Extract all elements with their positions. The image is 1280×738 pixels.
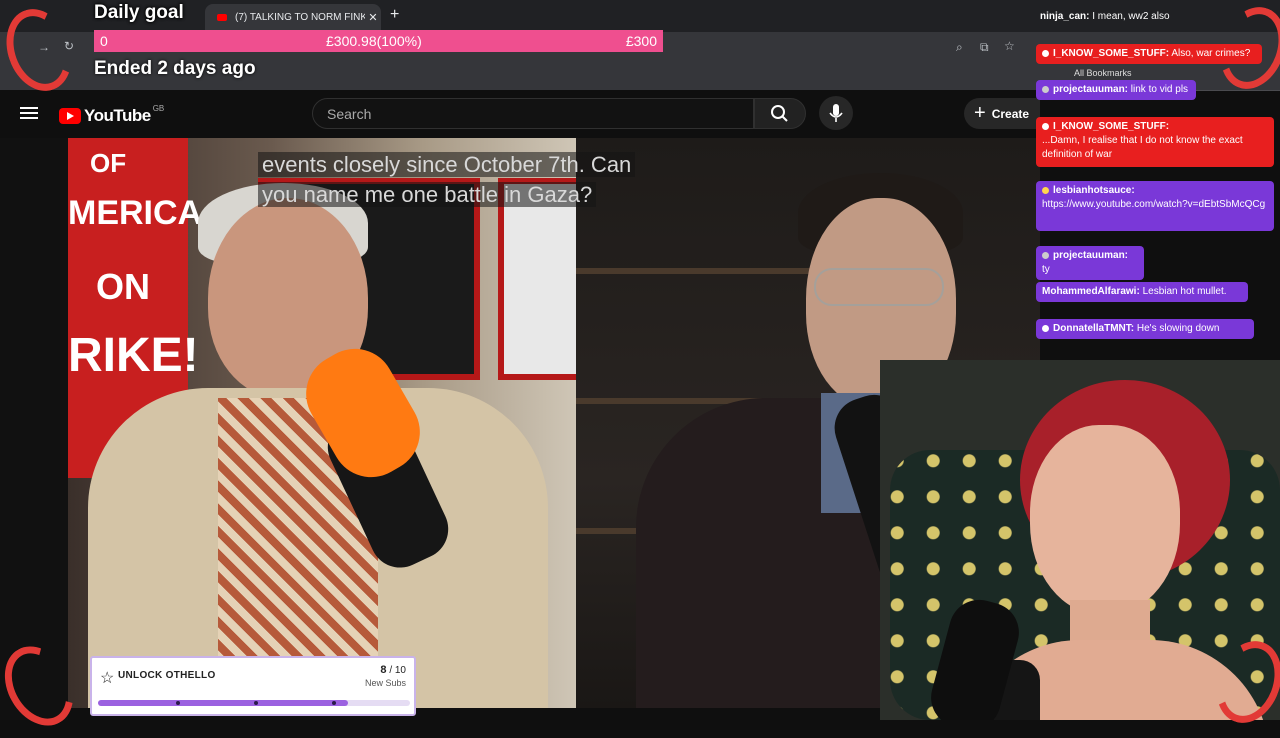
- zoom-icon[interactable]: ⌕: [956, 40, 963, 55]
- sub-goal-count: 8 / 10: [380, 664, 406, 676]
- sub-goal-label: New Subs: [364, 678, 406, 688]
- all-bookmarks[interactable]: All Bookmarks: [1074, 68, 1132, 78]
- sub-goal-fill: [98, 700, 348, 706]
- chat-message: lesbianhotsauce: https://www.youtube.com/…: [1036, 181, 1274, 231]
- streamer-face: [1030, 425, 1180, 615]
- sub-goal-title: UNLOCK OTHELLO: [118, 670, 216, 681]
- glasses: [814, 268, 944, 306]
- goal-start: 0: [100, 33, 108, 49]
- tab-close-icon[interactable]: ✕: [365, 11, 381, 24]
- chat-message: MohammedAlfarawi: Lesbian hot mullet.: [1036, 282, 1248, 302]
- goal-current: £300.98(100%): [326, 33, 422, 49]
- plus-icon: +: [974, 102, 986, 124]
- youtube-header: YouTube GB Search + Create: [0, 90, 1040, 138]
- chat-message: ninja_can: I mean, ww2 also: [1040, 11, 1170, 22]
- youtube-logo[interactable]: YouTube GB: [59, 104, 164, 126]
- chat-message: projectauuman: ty: [1036, 246, 1144, 280]
- goal-target: £300: [625, 33, 657, 49]
- search-button[interactable]: [754, 98, 806, 129]
- microphone-icon: [829, 104, 843, 122]
- daily-goal-title: Daily goal: [94, 2, 184, 23]
- sub-goal-widget: ☆ UNLOCK OTHELLO 8 / 10 New Subs: [90, 656, 416, 716]
- new-tab-button[interactable]: +: [390, 6, 399, 24]
- page-sidebar-space: [0, 138, 68, 720]
- chat-message: projectauuman: link to vid pls: [1036, 80, 1196, 100]
- tab-title: (7) TALKING TO NORM FINKELST: [235, 11, 365, 23]
- goal-status: Ended 2 days ago: [94, 58, 256, 79]
- video-left-panel: OF MERICA ON RIKE!: [68, 138, 590, 708]
- streamer-webcam: [880, 360, 1280, 720]
- menu-icon[interactable]: [20, 104, 38, 122]
- sub-goal-track: [98, 700, 410, 706]
- create-button[interactable]: + Create: [964, 98, 1040, 129]
- star-icon: ☆: [100, 670, 115, 687]
- search-icon: [771, 105, 788, 122]
- chat-message: I_KNOW_SOME_STUFF: ...Damn, I realise tha…: [1036, 117, 1274, 167]
- install-icon[interactable]: ⧉: [980, 40, 989, 55]
- bookmark-star-icon[interactable]: ☆: [1004, 39, 1015, 53]
- chat-message: DonnatellaTMNT: He's slowing down: [1036, 319, 1254, 339]
- voice-search-button[interactable]: [819, 96, 853, 130]
- search-input[interactable]: Search: [312, 98, 754, 129]
- video-caption: events closely since October 7th. Can yo…: [258, 150, 688, 210]
- daily-goal-bar: 0 £300.98(100%) £300: [94, 30, 663, 52]
- browser-tab[interactable]: (7) TALKING TO NORM FINKELST ✕: [205, 4, 381, 30]
- youtube-play-icon: [59, 108, 81, 124]
- youtube-favicon-icon: [217, 13, 227, 21]
